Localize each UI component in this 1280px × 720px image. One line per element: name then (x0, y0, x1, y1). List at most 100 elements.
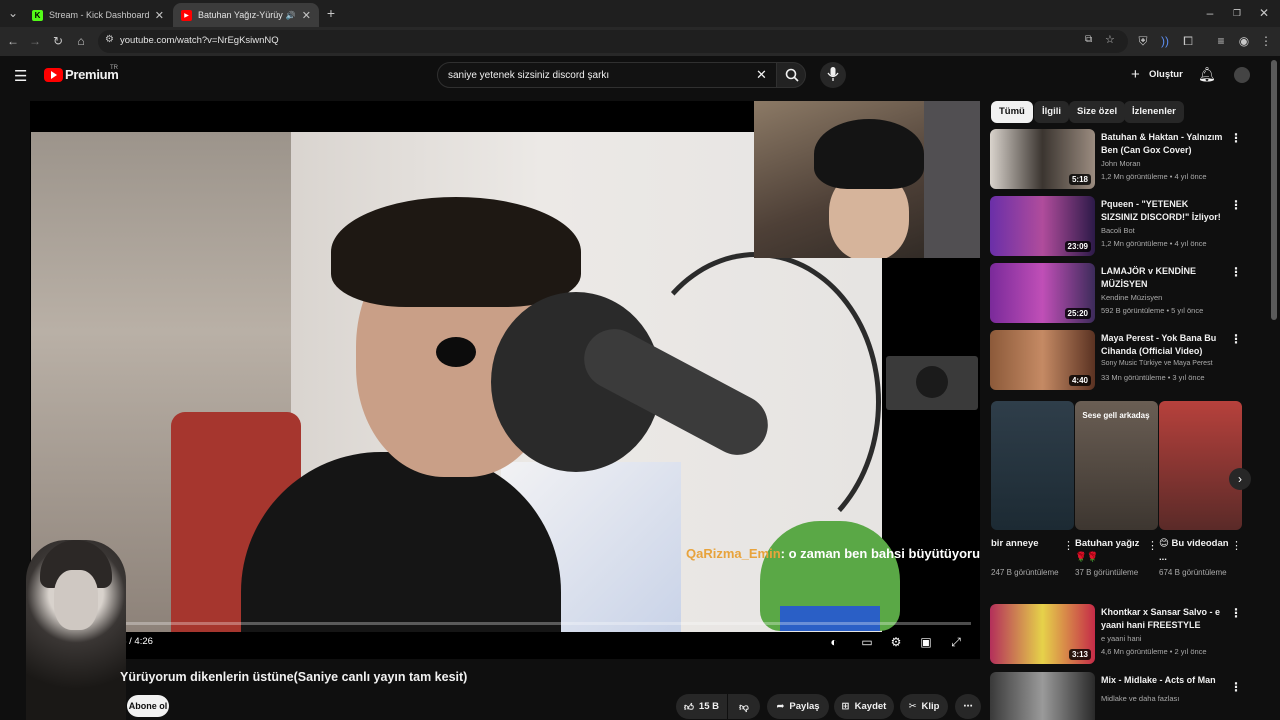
rec-channel[interactable]: Sony Music Türkiye ve Maya Perest (1101, 360, 1213, 367)
rec-more-icon[interactable]: ⋮ (1230, 680, 1242, 694)
rec-more-icon[interactable]: ⋮ (1230, 265, 1242, 279)
rec-item[interactable]: 4:40 Maya Perest - Yok Bana Bu Cihanda (… (990, 330, 1245, 394)
share-button[interactable]: ➦ Paylaş (767, 694, 829, 719)
rec-item[interactable]: 25:20 LAMAJÖR v KENDİNE MÜZİSYEN Kendine… (990, 263, 1245, 327)
short-thumbnail[interactable] (1159, 401, 1242, 530)
site-info-icon[interactable]: ⚙ (105, 34, 114, 45)
search-button[interactable] (776, 62, 806, 88)
minimize-icon[interactable]: – (1202, 5, 1218, 21)
rec-item[interactable]: 23:09 Pqueen - "YETENEK SIZSINIZ DISCORD… (990, 196, 1245, 260)
close-tab-icon[interactable]: ✕ (302, 9, 311, 22)
rec-item[interactable]: 3:13 Khontkar x Sansar Salvo - e yaani h… (990, 604, 1245, 668)
chip-for-you[interactable]: Size özel (1069, 101, 1126, 123)
clear-search-icon[interactable]: ✕ (756, 67, 767, 83)
bookmark-star-icon[interactable]: ☆ (1105, 33, 1115, 46)
rec-title[interactable]: Pqueen - "YETENEK SIZSINIZ DISCORD!" İzl… (1101, 198, 1223, 224)
video-player[interactable]: QaRizma_Emin: o zaman ben bahsi büyütüyo… (30, 101, 980, 659)
short-item[interactable]: Sese gell arkadaş Batuhan yağız🌹🌹 ⋮ 37 B… (1075, 401, 1158, 596)
notifications-bell-icon[interactable]: 🔔︎ (1198, 66, 1216, 83)
rec-item[interactable]: Mix - Midlake - Acts of Man Midlake ve d… (990, 672, 1245, 720)
rec-thumbnail[interactable]: 3:13 (990, 604, 1095, 664)
back-icon[interactable]: ← (5, 33, 21, 49)
chip-watched[interactable]: İzlenenler (1124, 101, 1184, 123)
rec-more-icon[interactable]: ⋮ (1230, 606, 1242, 620)
search-input[interactable]: saniye yetenek sizsiniz discord şarkı (448, 70, 609, 81)
shorts-next-chevron-icon[interactable]: › (1229, 468, 1251, 490)
more-actions-button[interactable]: ⋯ (955, 694, 981, 719)
fullscreen-icon[interactable]: ⤢ (947, 633, 965, 651)
rec-title[interactable]: Maya Perest - Yok Bana Bu Cihanda (Offic… (1101, 332, 1223, 358)
short-title[interactable]: bir anneye (991, 537, 1061, 565)
short-thumbnail[interactable]: Sese gell arkadaş (1075, 401, 1158, 530)
like-button[interactable]: 👍︎ 15 B (676, 694, 727, 719)
tab-youtube-video[interactable]: ▶ Batuhan Yağız-Yürüyorum d 🔊 ✕ (173, 3, 319, 27)
omnibox[interactable]: ⚙ youtube.com/watch?v=NrEgKsiwnNQ ⧉ ☆ (98, 30, 1128, 53)
media-control-icon[interactable]: ≡ (1213, 33, 1229, 49)
theater-mode-icon[interactable]: ▣ (917, 633, 935, 651)
rec-channel[interactable]: John Moran (1101, 159, 1141, 168)
youtube-logo-icon[interactable] (44, 68, 63, 82)
rec-thumbnail[interactable]: 23:09 (990, 196, 1095, 256)
reload-icon[interactable]: ↻ (50, 33, 66, 49)
voice-search-button[interactable] (820, 62, 846, 88)
url-text[interactable]: youtube.com/watch?v=NrEgKsiwnNQ (120, 35, 279, 46)
short-title[interactable]: 😊 Bu videodan ... (1159, 537, 1229, 565)
tab-search-icon[interactable]: ⌄ (5, 5, 21, 21)
create-button[interactable]: Oluştur (1149, 69, 1183, 80)
short-item[interactable]: 😊 Bu videodan ... ⋮ 674 B görüntüleme (1159, 401, 1242, 596)
rec-thumbnail[interactable] (990, 672, 1095, 720)
rec-more-icon[interactable]: ⋮ (1230, 332, 1242, 346)
rec-more-icon[interactable]: ⋮ (1230, 198, 1242, 212)
rec-thumbnail[interactable]: 5:18 (990, 129, 1095, 189)
rec-channel[interactable]: Kendine Müzisyen (1101, 293, 1162, 302)
subtitles-icon[interactable]: ▭ (858, 633, 876, 651)
rec-title[interactable]: Batuhan & Haktan - Yalnızım Ben (Can Gox… (1101, 131, 1223, 157)
rec-channel[interactable]: e yaani hani (1101, 634, 1141, 643)
rec-title[interactable]: Mix - Midlake - Acts of Man (1101, 674, 1223, 687)
dislike-button[interactable]: 👎︎ (728, 694, 760, 719)
audio-extension-icon[interactable]: )) (1157, 33, 1173, 49)
audio-playing-icon[interactable]: 🔊 (286, 11, 296, 20)
mini-camera-thumbnail[interactable] (886, 356, 978, 410)
rec-thumbnail[interactable]: 25:20 (990, 263, 1095, 323)
short-thumbnail[interactable] (991, 401, 1074, 530)
short-item[interactable]: bir anneye ⋮ 247 B görüntüleme (991, 401, 1074, 596)
save-button[interactable]: ⊞ Kaydet (834, 694, 894, 719)
tab-kick-dashboard[interactable]: K Stream - Kick Dashboard ✕ (24, 3, 172, 27)
account-avatar[interactable] (1234, 67, 1250, 83)
short-title[interactable]: Batuhan yağız🌹🌹 (1075, 537, 1145, 565)
rec-item[interactable]: 5:18 Batuhan & Haktan - Yalnızım Ben (Ca… (990, 129, 1245, 193)
rec-thumbnail[interactable]: 4:40 (990, 330, 1095, 390)
progress-bar[interactable] (31, 622, 971, 625)
chip-related[interactable]: İlgili (1034, 101, 1069, 123)
rec-channel[interactable]: Midlake ve daha fazlası (1101, 694, 1179, 703)
subscribe-button[interactable]: Abone ol (127, 695, 169, 717)
search-box[interactable]: saniye yetenek sizsiniz discord şarkı ✕ (437, 62, 777, 88)
settings-gear-icon[interactable]: ⚙ (887, 633, 905, 651)
short-more-icon[interactable]: ⋮ (1147, 539, 1158, 552)
autoplay-toggle-icon[interactable]: ◐ (825, 633, 843, 651)
short-more-icon[interactable]: ⋮ (1063, 539, 1074, 552)
new-tab-button[interactable]: + (323, 5, 339, 21)
rec-channel[interactable]: Bacoli Bot (1101, 226, 1135, 235)
short-more-icon[interactable]: ⋮ (1231, 539, 1242, 552)
create-plus-icon[interactable]: + (1131, 66, 1140, 83)
home-icon[interactable]: ⌂ (73, 33, 89, 49)
extensions-icon[interactable]: ⧠ (1180, 33, 1196, 49)
hamburger-menu-icon[interactable]: ☰ (14, 67, 27, 85)
forward-icon[interactable]: → (27, 33, 43, 49)
clip-button[interactable]: ✂ Klip (900, 694, 948, 719)
close-tab-icon[interactable]: ✕ (155, 9, 164, 22)
shield-extension-icon[interactable]: ⛨ (1135, 33, 1151, 49)
restore-icon[interactable]: ❐ (1229, 5, 1245, 21)
profile-icon[interactable]: ◉ (1236, 33, 1252, 49)
page-scrollbar-thumb[interactable] (1271, 60, 1277, 320)
close-window-icon[interactable]: ✕ (1256, 5, 1272, 21)
rec-duration: 5:18 (1068, 174, 1091, 185)
chip-all[interactable]: Tümü (991, 101, 1033, 123)
browser-menu-icon[interactable]: ⋮ (1258, 33, 1274, 49)
rec-title[interactable]: Khontkar x Sansar Salvo - e yaani hani F… (1101, 606, 1223, 632)
install-app-icon[interactable]: ⧉ (1085, 34, 1092, 45)
rec-more-icon[interactable]: ⋮ (1230, 131, 1242, 145)
rec-title[interactable]: LAMAJÖR v KENDİNE MÜZİSYEN (1101, 265, 1223, 291)
